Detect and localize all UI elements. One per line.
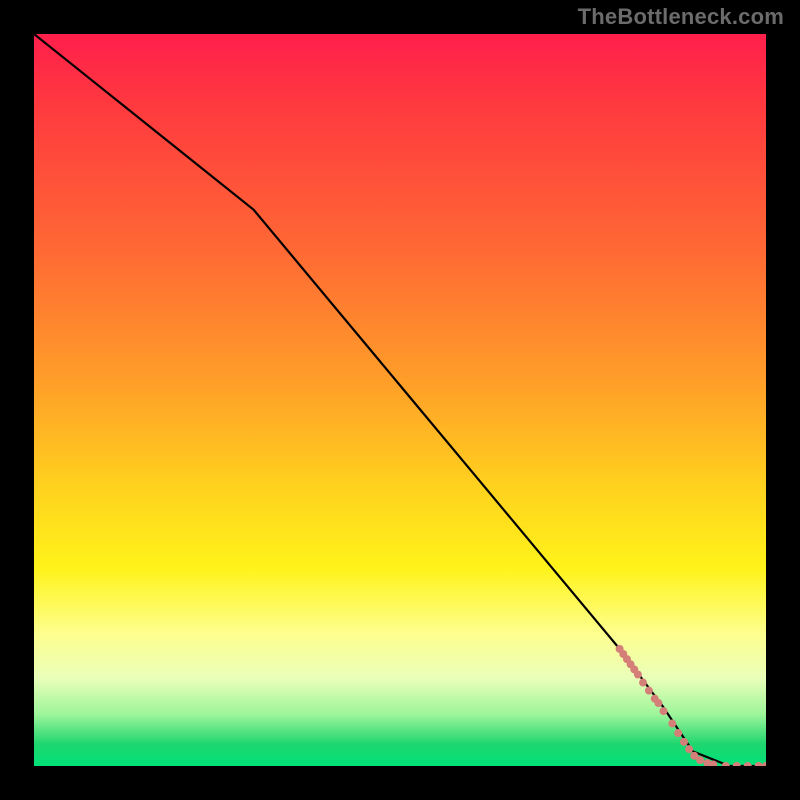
scatter-point <box>696 756 704 764</box>
scatter-point <box>639 679 647 687</box>
scatter-point <box>645 687 653 695</box>
scatter-point <box>654 699 662 707</box>
scatter-point <box>755 762 763 766</box>
plot-overlay <box>34 34 766 766</box>
attribution-label: TheBottleneck.com <box>578 4 784 30</box>
scatter-point <box>634 671 642 679</box>
scatter-point <box>674 729 682 737</box>
scatter-point <box>744 762 752 766</box>
scatter-point <box>668 720 676 728</box>
scatter-point <box>680 738 688 746</box>
scatter-point <box>733 762 741 766</box>
chart-frame: TheBottleneck.com <box>0 0 800 800</box>
scatter-point <box>660 707 668 715</box>
curve-line <box>34 34 766 766</box>
scatter-points <box>616 645 766 766</box>
scatter-point <box>762 762 766 766</box>
scatter-point <box>685 745 693 753</box>
plot-area <box>34 34 766 766</box>
